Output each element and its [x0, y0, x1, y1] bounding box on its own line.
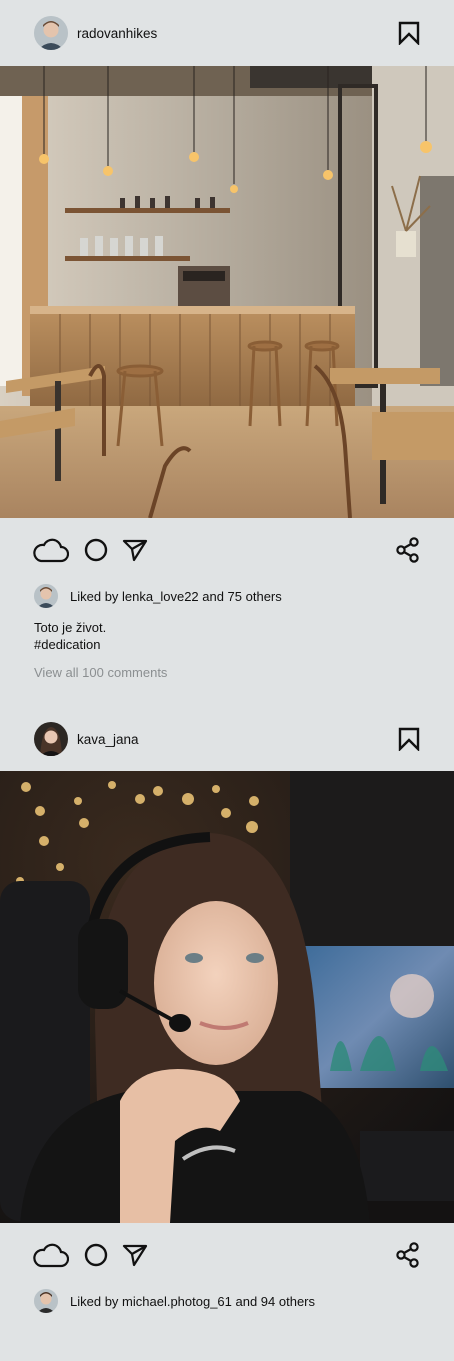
action-bar — [0, 518, 454, 582]
likes-row: Liked by lenka_love22 and 75 others — [0, 582, 454, 610]
post-1: radovanhikes Liked by lenka_love22 and 7… — [0, 0, 454, 680]
caption: Toto je život. #dedication — [0, 610, 454, 653]
cloud-icon[interactable] — [33, 1242, 69, 1268]
view-comments-link[interactable]: View all 100 comments — [0, 653, 454, 680]
avatar[interactable] — [34, 1289, 58, 1313]
share-icon[interactable] — [396, 537, 420, 563]
post-image[interactable] — [0, 771, 454, 1223]
share-icon[interactable] — [396, 1242, 420, 1268]
hashtag-link[interactable]: #dedication — [34, 636, 420, 653]
comment-circle-icon[interactable] — [84, 1243, 108, 1267]
username[interactable]: kava_jana — [77, 732, 139, 747]
likes-text[interactable]: Liked by lenka_love22 and 75 others — [70, 589, 282, 604]
bookmark-icon[interactable] — [398, 727, 420, 751]
send-icon[interactable] — [122, 1243, 148, 1267]
cloud-icon[interactable] — [33, 537, 69, 563]
likes-text[interactable]: Liked by michael.photog_61 and 94 others — [70, 1294, 315, 1309]
post-header: kava_jana — [0, 707, 454, 771]
action-bar — [0, 1223, 454, 1287]
caption-text: Toto je život. — [34, 620, 107, 635]
bookmark-icon[interactable] — [398, 21, 420, 45]
post-2: kava_jana Liked by michael.photog_61 and… — [0, 707, 454, 1315]
post-image[interactable] — [0, 66, 454, 518]
username[interactable]: radovanhikes — [77, 26, 157, 41]
send-icon[interactable] — [122, 538, 148, 562]
avatar[interactable] — [34, 722, 68, 756]
likes-row: Liked by michael.photog_61 and 94 others — [0, 1287, 454, 1315]
post-header: radovanhikes — [0, 0, 454, 66]
comment-circle-icon[interactable] — [84, 538, 108, 562]
avatar[interactable] — [34, 584, 58, 608]
avatar[interactable] — [34, 16, 68, 50]
